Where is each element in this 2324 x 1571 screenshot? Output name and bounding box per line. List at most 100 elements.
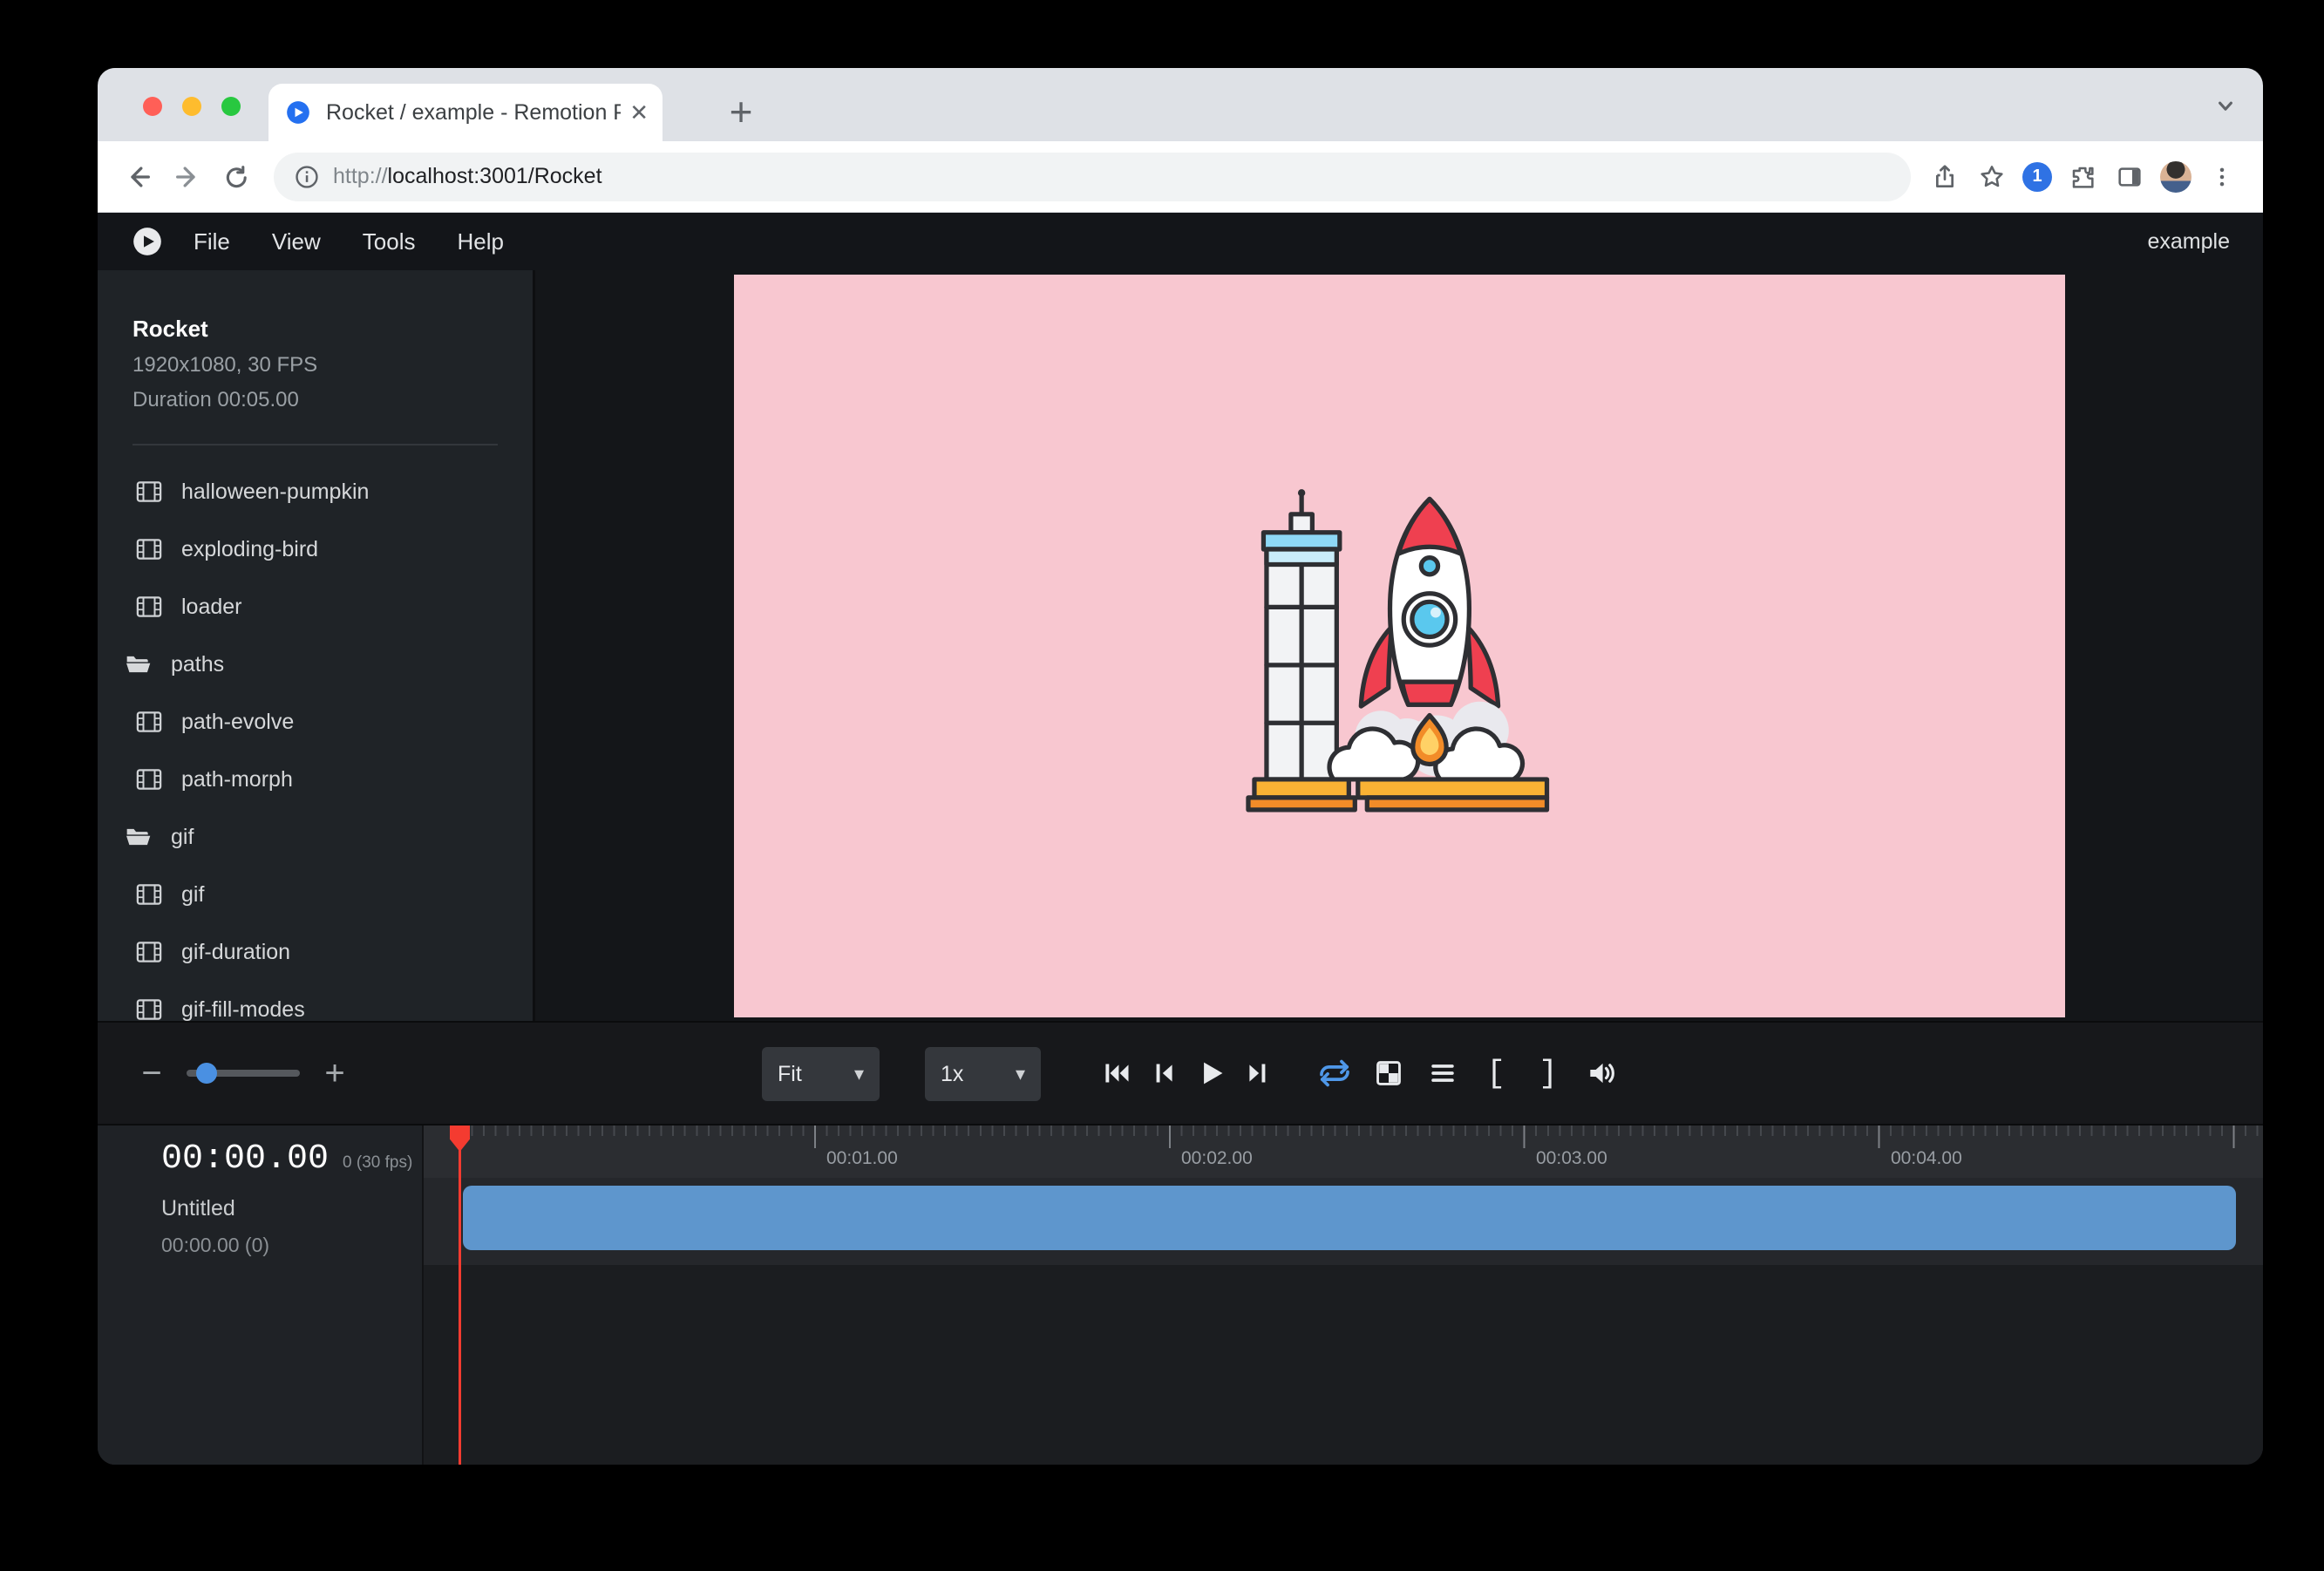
current-frame-info: 0 (30 fps) xyxy=(343,1153,412,1173)
menu-tools[interactable]: Tools xyxy=(363,228,416,255)
menu-file[interactable]: File xyxy=(194,228,230,255)
ruler-label: 00:01.00 xyxy=(826,1148,898,1169)
sidebar-item-label: path-evolve xyxy=(181,710,294,735)
zoom-out-button[interactable]: − xyxy=(139,1054,164,1093)
sidebar-folder[interactable]: gif xyxy=(98,808,533,866)
zoom-slider[interactable] xyxy=(187,1070,300,1077)
share-icon[interactable] xyxy=(1928,160,1961,194)
close-window-button[interactable] xyxy=(143,97,162,116)
sidebar-folder[interactable]: paths xyxy=(98,636,533,693)
chevron-down-icon: ▾ xyxy=(1016,1063,1025,1085)
film-icon xyxy=(136,883,162,906)
film-icon xyxy=(136,595,162,618)
address-bar[interactable]: http://localhost:3001/Rocket xyxy=(274,153,1911,201)
minimize-window-button[interactable] xyxy=(182,97,201,116)
new-tab-button[interactable]: + xyxy=(718,89,764,134)
sidebar-item-label: halloween-pumpkin xyxy=(181,479,369,505)
zoom-slider-thumb[interactable] xyxy=(196,1063,217,1084)
tab-close-icon[interactable]: ✕ xyxy=(629,99,649,126)
transparency-checkerboard-icon[interactable] xyxy=(1372,1057,1405,1090)
jump-to-start-button[interactable] xyxy=(1100,1057,1133,1090)
sidebar-item-label: gif xyxy=(171,825,194,850)
current-timecode: 00:00.00 xyxy=(161,1139,329,1179)
sidebar-item[interactable]: gif-duration xyxy=(98,923,533,981)
timeline-rows-icon[interactable] xyxy=(1426,1057,1459,1090)
composition-info: Rocket 1920x1080, 30 FPS Duration 00:05.… xyxy=(98,270,533,445)
sidebar-item[interactable]: gif xyxy=(98,866,533,923)
remotion-app: File View Tools Help example Rocket 1920… xyxy=(98,213,2263,1465)
browser-menu-icon[interactable] xyxy=(2205,160,2239,194)
forward-button[interactable] xyxy=(171,160,204,194)
url-host-path: localhost:3001/Rocket xyxy=(388,164,602,188)
sidebar-item[interactable]: path-evolve xyxy=(98,693,533,751)
menu-view[interactable]: View xyxy=(272,228,321,255)
menu-help[interactable]: Help xyxy=(458,228,504,255)
extensions-puzzle-icon[interactable] xyxy=(2066,160,2099,194)
zoom-in-button[interactable]: + xyxy=(323,1054,347,1093)
sidebar-item[interactable]: loader xyxy=(98,578,533,636)
sidebar-item-label: path-morph xyxy=(181,767,293,792)
composition-duration: Duration 00:05.00 xyxy=(133,388,498,412)
timeline-ruler[interactable]: 00:01.00 00:02.00 00:03.00 00:04.00 xyxy=(424,1126,2263,1178)
speed-select[interactable]: 1x ▾ xyxy=(925,1047,1041,1101)
profile-avatar[interactable] xyxy=(2160,161,2191,193)
info-icon[interactable] xyxy=(293,163,321,191)
previous-frame-button[interactable] xyxy=(1147,1057,1180,1090)
ruler-ticks xyxy=(459,1126,2263,1178)
browser-tab[interactable]: Rocket / example - Remotion P ✕ xyxy=(268,84,663,141)
traffic-lights xyxy=(143,97,241,116)
sidebar-item[interactable]: halloween-pumpkin xyxy=(98,463,533,520)
size-select[interactable]: Fit ▾ xyxy=(762,1047,880,1101)
browser-window: Rocket / example - Remotion P ✕ + xyxy=(98,68,2263,1465)
timeline-track-area[interactable]: 00:01.00 00:02.00 00:03.00 00:04.00 xyxy=(424,1126,2263,1465)
back-button[interactable] xyxy=(122,160,155,194)
sidebar-item-label: gif xyxy=(181,882,204,908)
remotion-favicon xyxy=(286,100,310,125)
sidebar-item-label: exploding-bird xyxy=(181,537,318,562)
film-icon xyxy=(136,711,162,733)
chevron-down-icon: ▾ xyxy=(854,1063,864,1085)
size-select-value: Fit xyxy=(778,1062,802,1087)
track-time: 00:00.00 (0) xyxy=(161,1234,422,1257)
film-icon xyxy=(136,768,162,791)
zoom-controls: − + xyxy=(139,1023,347,1124)
sidebar-item[interactable]: gif-fill-modes xyxy=(98,981,533,1021)
remotion-logo-icon[interactable] xyxy=(131,225,164,258)
loop-icon[interactable] xyxy=(1318,1057,1351,1090)
browser-toolbar: http://localhost:3001/Rocket 1 xyxy=(98,141,2263,213)
fullscreen-window-button[interactable] xyxy=(221,97,241,116)
timeline-clip-bar[interactable] xyxy=(463,1186,2236,1250)
preview-area xyxy=(535,270,2263,1021)
transport-controls xyxy=(1100,1023,1274,1124)
speed-select-value: 1x xyxy=(941,1062,963,1087)
timeline-panel: 00:00.00 0 (30 fps) Untitled 00:00.00 (0… xyxy=(98,1124,2263,1465)
in-point-bracket-icon[interactable]: [ xyxy=(1480,1056,1512,1092)
rocket-illustration xyxy=(1224,474,1574,818)
sidebar-item-label: gif-fill-modes xyxy=(181,997,305,1022)
film-icon xyxy=(136,998,162,1021)
tab-strip: Rocket / example - Remotion P ✕ + xyxy=(98,68,2263,141)
composition-resolution: 1920x1080, 30 FPS xyxy=(133,353,498,377)
reload-button[interactable] xyxy=(220,160,253,194)
url-scheme: http:// xyxy=(333,164,388,188)
out-point-bracket-icon[interactable]: ] xyxy=(1532,1056,1564,1092)
volume-icon[interactable] xyxy=(1585,1057,1618,1090)
sidebar-item-label: paths xyxy=(171,652,224,677)
film-icon xyxy=(136,480,162,503)
tab-search-chevron-icon[interactable] xyxy=(2211,91,2240,120)
side-panel-icon[interactable] xyxy=(2113,160,2146,194)
composition-list: halloween-pumpkin exploding-bird loader … xyxy=(98,445,533,1021)
composition-canvas xyxy=(734,275,2065,1017)
playback-controls-bar: − + Fit ▾ 1x ▾ xyxy=(98,1021,2263,1124)
timeline-empty-area xyxy=(424,1265,2263,1465)
playback-extra-controls: [ ] xyxy=(1318,1023,1618,1124)
bookmark-star-icon[interactable] xyxy=(1975,160,2008,194)
film-icon xyxy=(136,538,162,561)
onepassword-icon[interactable]: 1 xyxy=(2022,162,2052,192)
playhead-line[interactable] xyxy=(459,1126,461,1465)
next-frame-button[interactable] xyxy=(1241,1057,1274,1090)
url-text: http://localhost:3001/Rocket xyxy=(333,164,602,189)
sidebar-item[interactable]: path-morph xyxy=(98,751,533,808)
play-button[interactable] xyxy=(1194,1057,1227,1090)
sidebar-item[interactable]: exploding-bird xyxy=(98,520,533,578)
